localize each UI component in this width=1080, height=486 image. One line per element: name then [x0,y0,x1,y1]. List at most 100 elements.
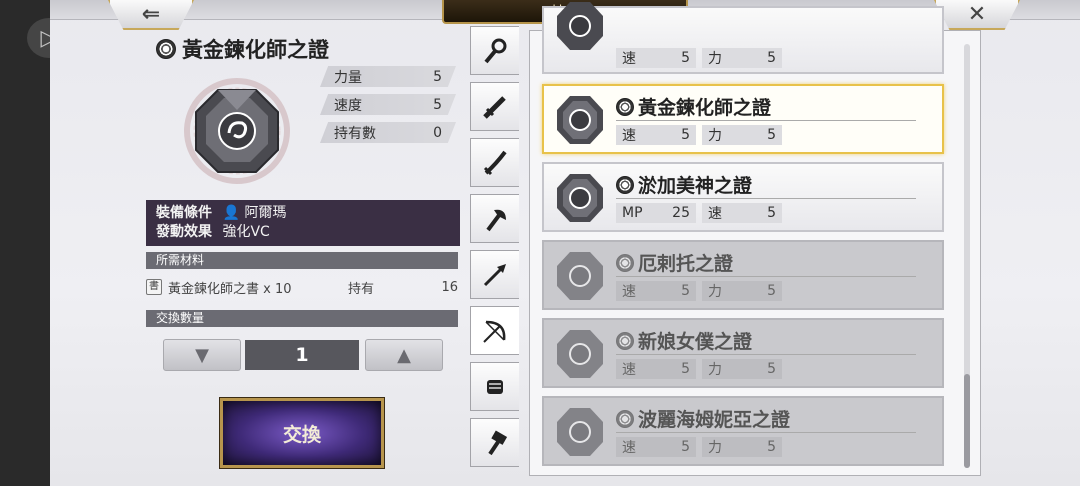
close-icon: ✕ [967,1,987,27]
stat-label: 速 [622,440,636,456]
stat-value: 5 [681,361,690,377]
tab-staff[interactable] [470,26,519,75]
stat-2: 力5 [702,125,782,145]
item-title: 淤加美神之證 [616,171,752,198]
person-icon: 👤 [222,205,240,221]
stat-owned: 持有數 0 [320,122,456,143]
quantity-display: 1 [245,340,359,370]
emblem-mark-icon [616,253,634,272]
left-system-strip: ▷ [0,0,71,486]
sword-icon [483,95,506,119]
tab-sword[interactable] [470,82,519,131]
item-stats: MP 25 速5 [616,203,782,223]
emblem-mark-icon [616,409,634,428]
stat-label: 速 [622,128,636,144]
stat-value: 5 [767,439,776,455]
stat-label: 力 [708,51,722,67]
list-item[interactable]: 淤加美神之證 MP 25 速5 [542,162,944,232]
stat-value: 5 [433,96,442,113]
item-title: 厄剌托之證 [616,249,733,276]
stat-1: 速5 [616,125,696,145]
list-item-disabled[interactable]: 厄剌托之證 速5 力5 [542,240,944,310]
tab-katana[interactable] [470,138,519,187]
material-row: 書 黃金鍊化師之書 x 10 持有 16 [146,276,458,298]
divider [616,198,916,199]
item-emblem-icon [557,174,603,222]
divider [616,432,916,433]
stat-value: 5 [681,439,690,455]
fist-icon [487,379,503,394]
item-name: 厄剌托之證 [638,253,734,275]
scrollbar-thumb[interactable] [964,374,970,468]
close-button[interactable]: ✕ [934,0,1020,30]
quantity-header: 交換數量 [146,310,458,327]
staff-icon [484,38,507,63]
decrease-button[interactable]: ▼ [163,339,241,371]
stat-value: 5 [767,283,776,299]
tab-hammer[interactable] [470,418,519,467]
spear-icon [483,263,506,286]
stat-label: 力 [708,440,722,456]
item-stats: 速5 力5 [616,359,782,379]
divider [616,120,916,121]
item-title: 新娘女僕之證 [616,327,752,354]
material-name: 黃金鍊化師之書 x 10 [168,281,292,297]
stat-label: 速 [622,362,636,378]
owned-label: 持有 [348,281,375,297]
divider [616,354,916,355]
emblem-mark-icon [616,175,634,194]
book-icon: 書 [146,279,162,295]
item-stats: 速5 力5 [616,125,782,145]
item-emblem-icon [557,330,603,378]
stat-1: 速5 [616,48,696,68]
item-title: 波麗海姆妮亞之證 [616,405,790,432]
divider [616,276,916,277]
tab-fist[interactable] [470,362,519,411]
list-item-selected[interactable]: 黃金鍊化師之證 速5 力5 [542,84,944,154]
list-item[interactable]: 速5 力5 [542,2,944,74]
stat-2: 力5 [702,281,782,301]
stat-speed: 速度 5 [320,94,456,115]
increase-button[interactable]: ▲ [365,339,443,371]
stat-label: 力量 [334,69,362,86]
stat-value: 5 [767,127,776,143]
stat-2: 力5 [702,359,782,379]
item-name: 黃金鍊化師之證 [638,97,772,119]
exchange-button[interactable]: 交換 [219,397,385,469]
item-name: 淤加美神之證 [638,175,753,197]
stat-value: 5 [767,205,776,221]
effect-label: 發動效果 [156,224,212,240]
equip-condition-value: 阿爾瑪 [244,205,287,221]
list-scrollbar[interactable] [964,44,970,468]
stat-value: 5 [767,361,776,377]
item-title: 黃金鍊化師之證 [616,93,771,120]
item-emblem-icon [184,78,290,184]
tab-spear[interactable] [470,250,519,299]
equip-info: 裝備條件 👤 阿爾瑪 發動效果 強化VC [146,200,460,246]
item-emblem-icon [557,252,603,300]
stat-1: 速5 [616,281,696,301]
back-arrow-icon: ⇐ [141,1,161,27]
back-button[interactable]: ⇐ [108,0,194,30]
triangle-up-icon: ▲ [397,344,411,366]
stat-value: 0 [433,124,442,141]
list-item-disabled[interactable]: 波麗海姆妮亞之證 速 5 力 5 [542,396,944,466]
tab-bow[interactable] [470,306,519,355]
emblem-mark-icon [156,39,176,59]
item-stats: 速5 力5 [616,281,782,301]
exchange-screen: ⇐ 焚燒 ✕ 黃金鍊化師之證 力量 5 速度 5 持有數 0 裝備條件 👤 阿爾… [50,0,1080,486]
stat-power: 力量 5 [320,66,456,87]
equip-condition-label: 裝備條件 [156,205,212,221]
tab-axe[interactable] [470,194,519,243]
stat-label: 速 [622,51,636,67]
item-name: 新娘女僕之證 [638,331,753,353]
list-item-disabled[interactable]: 新娘女僕之證 速5 力5 [542,318,944,388]
materials-header: 所需材料 [146,252,458,269]
stat-2: 力5 [702,48,782,68]
stat-value: 25 [672,205,690,221]
hammer-icon [488,430,508,455]
effect-value: 強化VC [222,224,270,240]
stat-1: 速5 [616,359,696,379]
item-name: 黃金鍊化師之證 [182,37,329,62]
stat-label: 力 [708,128,722,144]
